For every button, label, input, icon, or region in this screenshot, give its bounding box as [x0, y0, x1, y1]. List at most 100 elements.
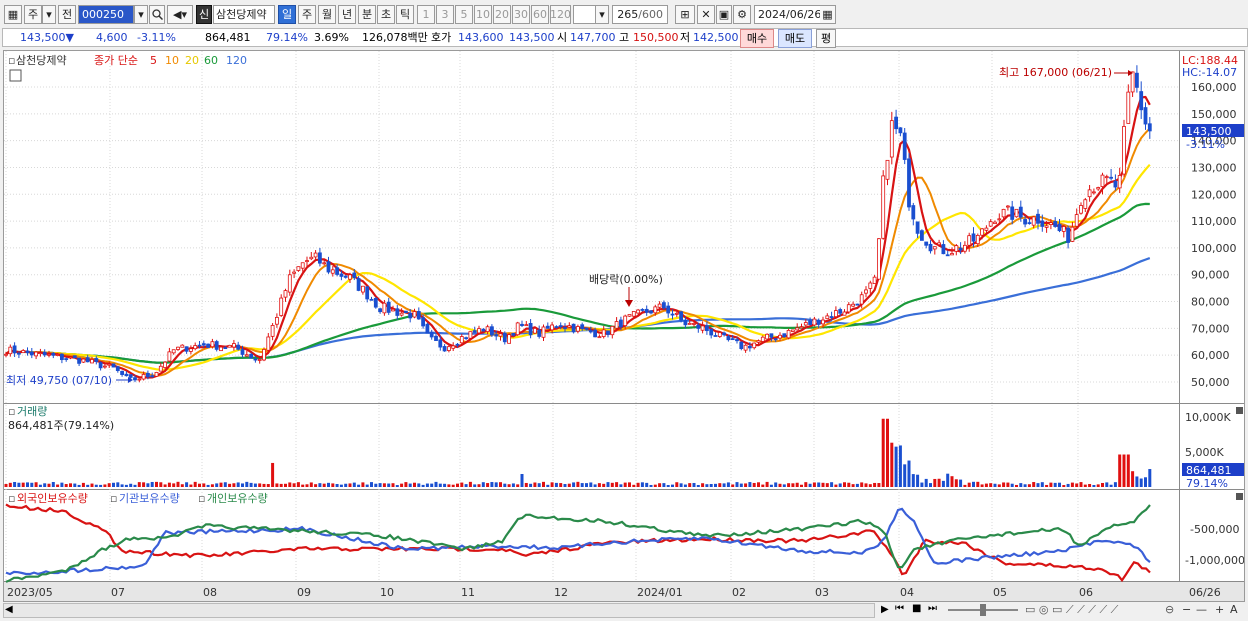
period-month-button[interactable]: 월 — [318, 5, 336, 24]
interval-120-button[interactable]: 120 — [550, 5, 571, 24]
candle-body — [395, 308, 400, 316]
scroll-left-icon[interactable]: ◀ — [5, 604, 13, 615]
minus-icon[interactable]: − — [1182, 603, 1191, 616]
market-dropdown-button[interactable]: ▾ — [42, 5, 56, 24]
first-page-icon[interactable]: ⏮ — [895, 603, 904, 614]
interval-3-button[interactable]: 3 — [436, 5, 454, 24]
period-tick-button[interactable]: 틱 — [396, 5, 414, 24]
period-week-button[interactable]: 주 — [298, 5, 316, 24]
candle-body — [455, 343, 460, 346]
candle-body — [21, 350, 26, 354]
candle-body — [399, 312, 404, 316]
buy-button[interactable]: 매수 — [740, 29, 774, 48]
scroll-right-icon[interactable]: ▶ — [881, 604, 889, 615]
chart-area[interactable]: 160,000 150,000 140,000 130,000 120,000 110,0… — [3, 50, 1245, 602]
candle-body — [717, 332, 722, 337]
last-page-icon[interactable]: ⏭ — [928, 603, 937, 614]
chart-menu-icon[interactable]: ▦ — [4, 5, 22, 24]
volume-bar — [486, 483, 490, 487]
volume-bar — [666, 485, 670, 487]
gear-icon[interactable]: ⚙ — [733, 5, 751, 24]
candle-body — [42, 351, 47, 356]
volume-bar — [903, 464, 907, 487]
period-day-button[interactable]: 일 — [278, 5, 296, 24]
market-select[interactable]: 주 — [24, 5, 42, 24]
high-annotation: 최고 167,000 (06/21) — [999, 66, 1112, 79]
volume-bar — [997, 484, 1001, 487]
interval-20-button[interactable]: 20 — [493, 5, 511, 24]
candle-body — [614, 321, 619, 329]
volume-bar — [1066, 483, 1070, 487]
period-year-button[interactable]: 년 — [338, 5, 356, 24]
volume-bar — [774, 482, 778, 487]
draw-tool-icon[interactable]: ✕ — [697, 5, 715, 24]
zoom-out-icon[interactable]: ⊖ — [1165, 603, 1174, 616]
volume-bar — [597, 483, 601, 487]
volume-bar — [150, 481, 154, 487]
candle-body — [666, 305, 671, 314]
interval-dropdown-button[interactable]: ▾ — [595, 5, 609, 24]
candle-body — [373, 298, 378, 308]
volume-bar — [511, 483, 515, 487]
eval-button[interactable]: 평 — [816, 29, 836, 48]
volume-panel-close-icon[interactable] — [1236, 407, 1243, 414]
volume-bar — [292, 483, 296, 487]
plus-icon[interactable]: + — [1215, 603, 1224, 616]
text-size-icon[interactable]: A — [1230, 603, 1238, 616]
interval-10-button[interactable]: 10 — [474, 5, 492, 24]
x-axis-label: 2024/01 — [637, 586, 683, 599]
price-y-tick: 50,000 — [1191, 376, 1230, 389]
chart-type-icon[interactable]: ⊞ — [675, 5, 695, 24]
sell-button[interactable]: 매도 — [778, 29, 812, 48]
dash-icon[interactable]: — — [1196, 603, 1207, 616]
holdings-panel-close-icon[interactable] — [1236, 493, 1243, 500]
candle-body — [1066, 227, 1070, 243]
interval-5-button[interactable]: 5 — [455, 5, 473, 24]
search-icon[interactable] — [149, 5, 165, 24]
volume-bar — [911, 474, 915, 487]
candle-body — [782, 333, 787, 338]
speaker-icon[interactable]: ◀▾ — [167, 5, 193, 24]
candle-body — [1057, 223, 1062, 232]
volume-bar — [1109, 484, 1113, 487]
dividend-annotation: 배당락(0.00%) — [589, 273, 663, 286]
volume-bar — [271, 462, 275, 487]
volume-bar — [1023, 484, 1027, 487]
prev-button[interactable]: 전 — [58, 5, 76, 24]
volume-bar — [843, 482, 846, 487]
candle-body — [193, 345, 198, 350]
candle-body — [816, 320, 821, 325]
candle-body — [524, 324, 529, 327]
drawing-tools[interactable]: ▭ ◎ ▭ ⟋ ⟋ ⟋ ⟋ ⟋ — [1025, 603, 1118, 617]
candle-body — [1100, 174, 1105, 187]
volume-bar — [1036, 483, 1040, 487]
calendar-icon[interactable]: ▦ — [820, 5, 836, 24]
candle-body — [1023, 219, 1027, 225]
candle-body — [984, 227, 989, 231]
code-dropdown-button[interactable]: ▾ — [134, 5, 148, 24]
candle-body — [631, 311, 636, 317]
horizontal-scrollbar[interactable] — [3, 603, 875, 618]
volume-bar — [228, 483, 232, 487]
volume-bar — [490, 482, 494, 487]
stock-code-input[interactable]: 000250 — [78, 5, 134, 24]
period-second-button[interactable]: 초 — [377, 5, 395, 24]
interval-30-button[interactable]: 30 — [512, 5, 530, 24]
volume-bar — [382, 483, 386, 487]
table-toggle-icon[interactable] — [9, 69, 22, 82]
period-minute-button[interactable]: 분 — [358, 5, 376, 24]
interval-1-button[interactable]: 1 — [417, 5, 435, 24]
candle-body — [29, 351, 34, 356]
candle-body — [421, 317, 426, 327]
candle-body — [85, 357, 90, 363]
candle-body — [326, 261, 331, 273]
zoom-slider-thumb[interactable] — [980, 604, 986, 616]
stop-icon[interactable]: ■ — [912, 603, 921, 614]
count-field[interactable]: 265/600 — [612, 5, 668, 24]
candle-body — [975, 235, 980, 245]
candle-body — [1122, 126, 1126, 175]
save-icon[interactable]: ▣ — [716, 5, 732, 24]
volume-bar — [950, 476, 954, 487]
candle-body — [464, 337, 469, 340]
interval-60-button[interactable]: 60 — [531, 5, 549, 24]
